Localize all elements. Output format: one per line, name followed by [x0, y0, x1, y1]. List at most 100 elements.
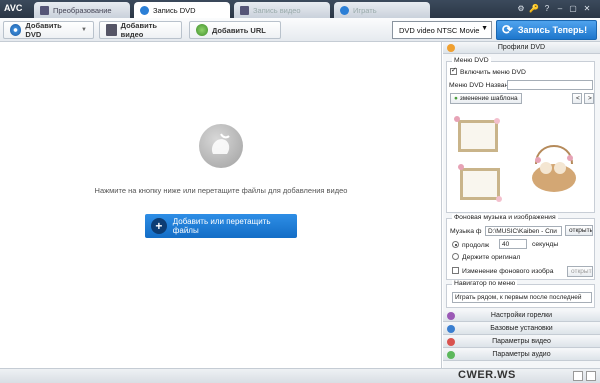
- duration-input[interactable]: 40: [499, 239, 527, 249]
- photo-frame: [458, 120, 498, 152]
- keep-original-radio[interactable]: Держите оригинал: [452, 253, 520, 261]
- radio-selected[interactable]: [452, 241, 459, 248]
- app-logo-icon: [199, 124, 243, 168]
- menu-name-input[interactable]: [507, 80, 593, 90]
- add-url-label: Добавить URL: [212, 25, 266, 35]
- chevron-down-icon: ▼: [481, 25, 488, 32]
- duration-label: продолж: [462, 242, 490, 249]
- basic-settings-header[interactable]: Базовые установки: [443, 323, 600, 335]
- group-title: Навигатор по меню: [452, 280, 518, 287]
- burn-now-button[interactable]: ⟳ Запись Теперь!: [496, 20, 597, 40]
- tab-label: Преобразование: [53, 5, 112, 15]
- tab-convert[interactable]: Преобразование: [34, 2, 130, 18]
- plus-icon: +: [151, 218, 167, 234]
- panel-toggle-icon[interactable]: [586, 371, 596, 381]
- checkbox-unchecked[interactable]: [452, 267, 459, 274]
- flower-decoration: [496, 196, 502, 202]
- app-name: AVC: [4, 3, 23, 13]
- prev-template-button[interactable]: <: [572, 93, 582, 104]
- add-video-label: Добавить видео: [120, 21, 157, 39]
- settings-icon: [447, 325, 455, 333]
- section-label: Параметры видео: [492, 338, 551, 345]
- status-bar: CWER.WS: [0, 368, 600, 383]
- film-add-icon: [106, 24, 117, 36]
- flower-decoration: [494, 118, 500, 124]
- minimize-icon[interactable]: –: [555, 4, 565, 14]
- group-title: Фоновая музыка и изображения: [452, 214, 558, 221]
- tab-label: Запись видео: [253, 5, 301, 15]
- open-image-button[interactable]: открыть: [567, 266, 593, 277]
- dvd-menu-group: Меню DVD Включить меню DVD Меню DVD Назв…: [446, 57, 595, 213]
- flower-decoration: [454, 116, 460, 122]
- dvd-icon: [140, 5, 149, 15]
- disc-add-icon: [10, 24, 22, 36]
- convert-icon: [40, 5, 49, 15]
- play-icon: [340, 5, 349, 15]
- add-video-button[interactable]: Добавить видео: [99, 21, 182, 39]
- watermark-text: CWER.WS: [458, 369, 516, 381]
- burner-settings-header[interactable]: Настройки горелки: [443, 310, 600, 322]
- globe-add-icon: [196, 24, 208, 36]
- template-icon: ●: [454, 95, 458, 102]
- burner-icon: [447, 312, 455, 320]
- output-format-value: DVD video NTSC Movie: [399, 26, 480, 35]
- tab-record-video[interactable]: Запись видео: [234, 2, 330, 18]
- film-icon: [240, 5, 249, 15]
- radio-unselected[interactable]: [452, 253, 459, 260]
- add-files-label: Добавить или перетащить файлы: [172, 217, 271, 235]
- checkbox-checked[interactable]: [450, 66, 457, 75]
- tab-dvd-burn[interactable]: Запись DVD: [134, 2, 230, 18]
- profile-icon: [447, 44, 455, 52]
- key-icon[interactable]: 🔑: [529, 4, 539, 14]
- drop-hint: Нажмите на кнопку ниже или перетащите фа…: [94, 186, 348, 195]
- help-icon[interactable]: ?: [542, 4, 552, 14]
- audio-icon: [447, 351, 455, 359]
- menu-name-label: Меню DVD Назван: [449, 82, 509, 89]
- enable-menu-checkbox[interactable]: Включить меню DVD: [450, 66, 526, 76]
- add-dvd-button[interactable]: Добавить DVD ▼: [3, 21, 94, 39]
- music-path-input[interactable]: D:\MUSIC\Kaiben - Спи: [485, 226, 562, 236]
- flower-decoration: [458, 164, 464, 170]
- change-template-label: зменение шаблона: [459, 95, 518, 102]
- change-template-button[interactable]: ● зменение шаблона: [450, 93, 522, 104]
- section-label: Параметры аудио: [492, 351, 551, 358]
- menu-template-preview[interactable]: [450, 108, 590, 210]
- refresh-icon: ⟳: [502, 22, 513, 37]
- tab-play[interactable]: Играть: [334, 2, 430, 18]
- open-music-button[interactable]: открыть: [565, 225, 593, 236]
- music-images-group: Фоновая музыка и изображения Музыка ф D:…: [446, 214, 595, 280]
- add-files-button[interactable]: + Добавить или перетащить файлы: [145, 214, 297, 238]
- change-background-label: Изменение фонового изобра: [462, 268, 554, 275]
- gear-icon[interactable]: ⚙: [516, 4, 526, 14]
- layout-toggle-icon[interactable]: [573, 371, 583, 381]
- tab-label: Играть: [353, 5, 377, 15]
- title-bar: AVC Преобразование Запись DVD Запись вид…: [0, 0, 600, 18]
- file-drop-area[interactable]: Нажмите на кнопку ниже или перетащите фа…: [0, 42, 442, 368]
- menu-navigator-group: Навигатор по меню Играть рядом, к первым…: [446, 280, 595, 308]
- section-label: Базовые установки: [490, 325, 553, 332]
- profiles-header[interactable]: Профили DVD: [443, 42, 600, 54]
- video-settings-header[interactable]: Параметры видео: [443, 336, 600, 348]
- duration-radio[interactable]: продолж: [452, 241, 489, 249]
- toolbar: Добавить DVD ▼ Добавить видео Добавить U…: [0, 18, 600, 42]
- audio-settings-header[interactable]: Параметры аудио: [443, 349, 600, 361]
- next-template-button[interactable]: >: [584, 93, 594, 104]
- change-background-checkbox[interactable]: Изменение фонового изобра: [452, 267, 564, 275]
- basket-image: [532, 145, 576, 192]
- burn-now-label: Запись Теперь!: [517, 25, 588, 35]
- photo-frame: [460, 168, 500, 200]
- settings-panel: Профили DVD Меню DVD Включить меню DVD М…: [443, 42, 600, 368]
- profiles-title: Профили DVD: [497, 44, 546, 51]
- output-format-select[interactable]: DVD video NTSC Movie ▼: [392, 21, 492, 39]
- enable-menu-label: Включить меню DVD: [460, 69, 526, 76]
- music-label: Музыка ф: [450, 228, 482, 235]
- seconds-label: секунды: [532, 241, 559, 248]
- keep-original-label: Держите оригинал: [462, 254, 521, 261]
- video-icon: [447, 338, 455, 346]
- maximize-icon[interactable]: ▢: [568, 4, 578, 14]
- add-url-button[interactable]: Добавить URL: [189, 21, 281, 39]
- chevron-down-icon[interactable]: ▼: [81, 27, 87, 33]
- tab-label: Запись DVD: [153, 5, 196, 15]
- navigator-select[interactable]: Играть рядом, к первым после последней: [452, 292, 592, 303]
- close-icon[interactable]: ✕: [582, 4, 592, 14]
